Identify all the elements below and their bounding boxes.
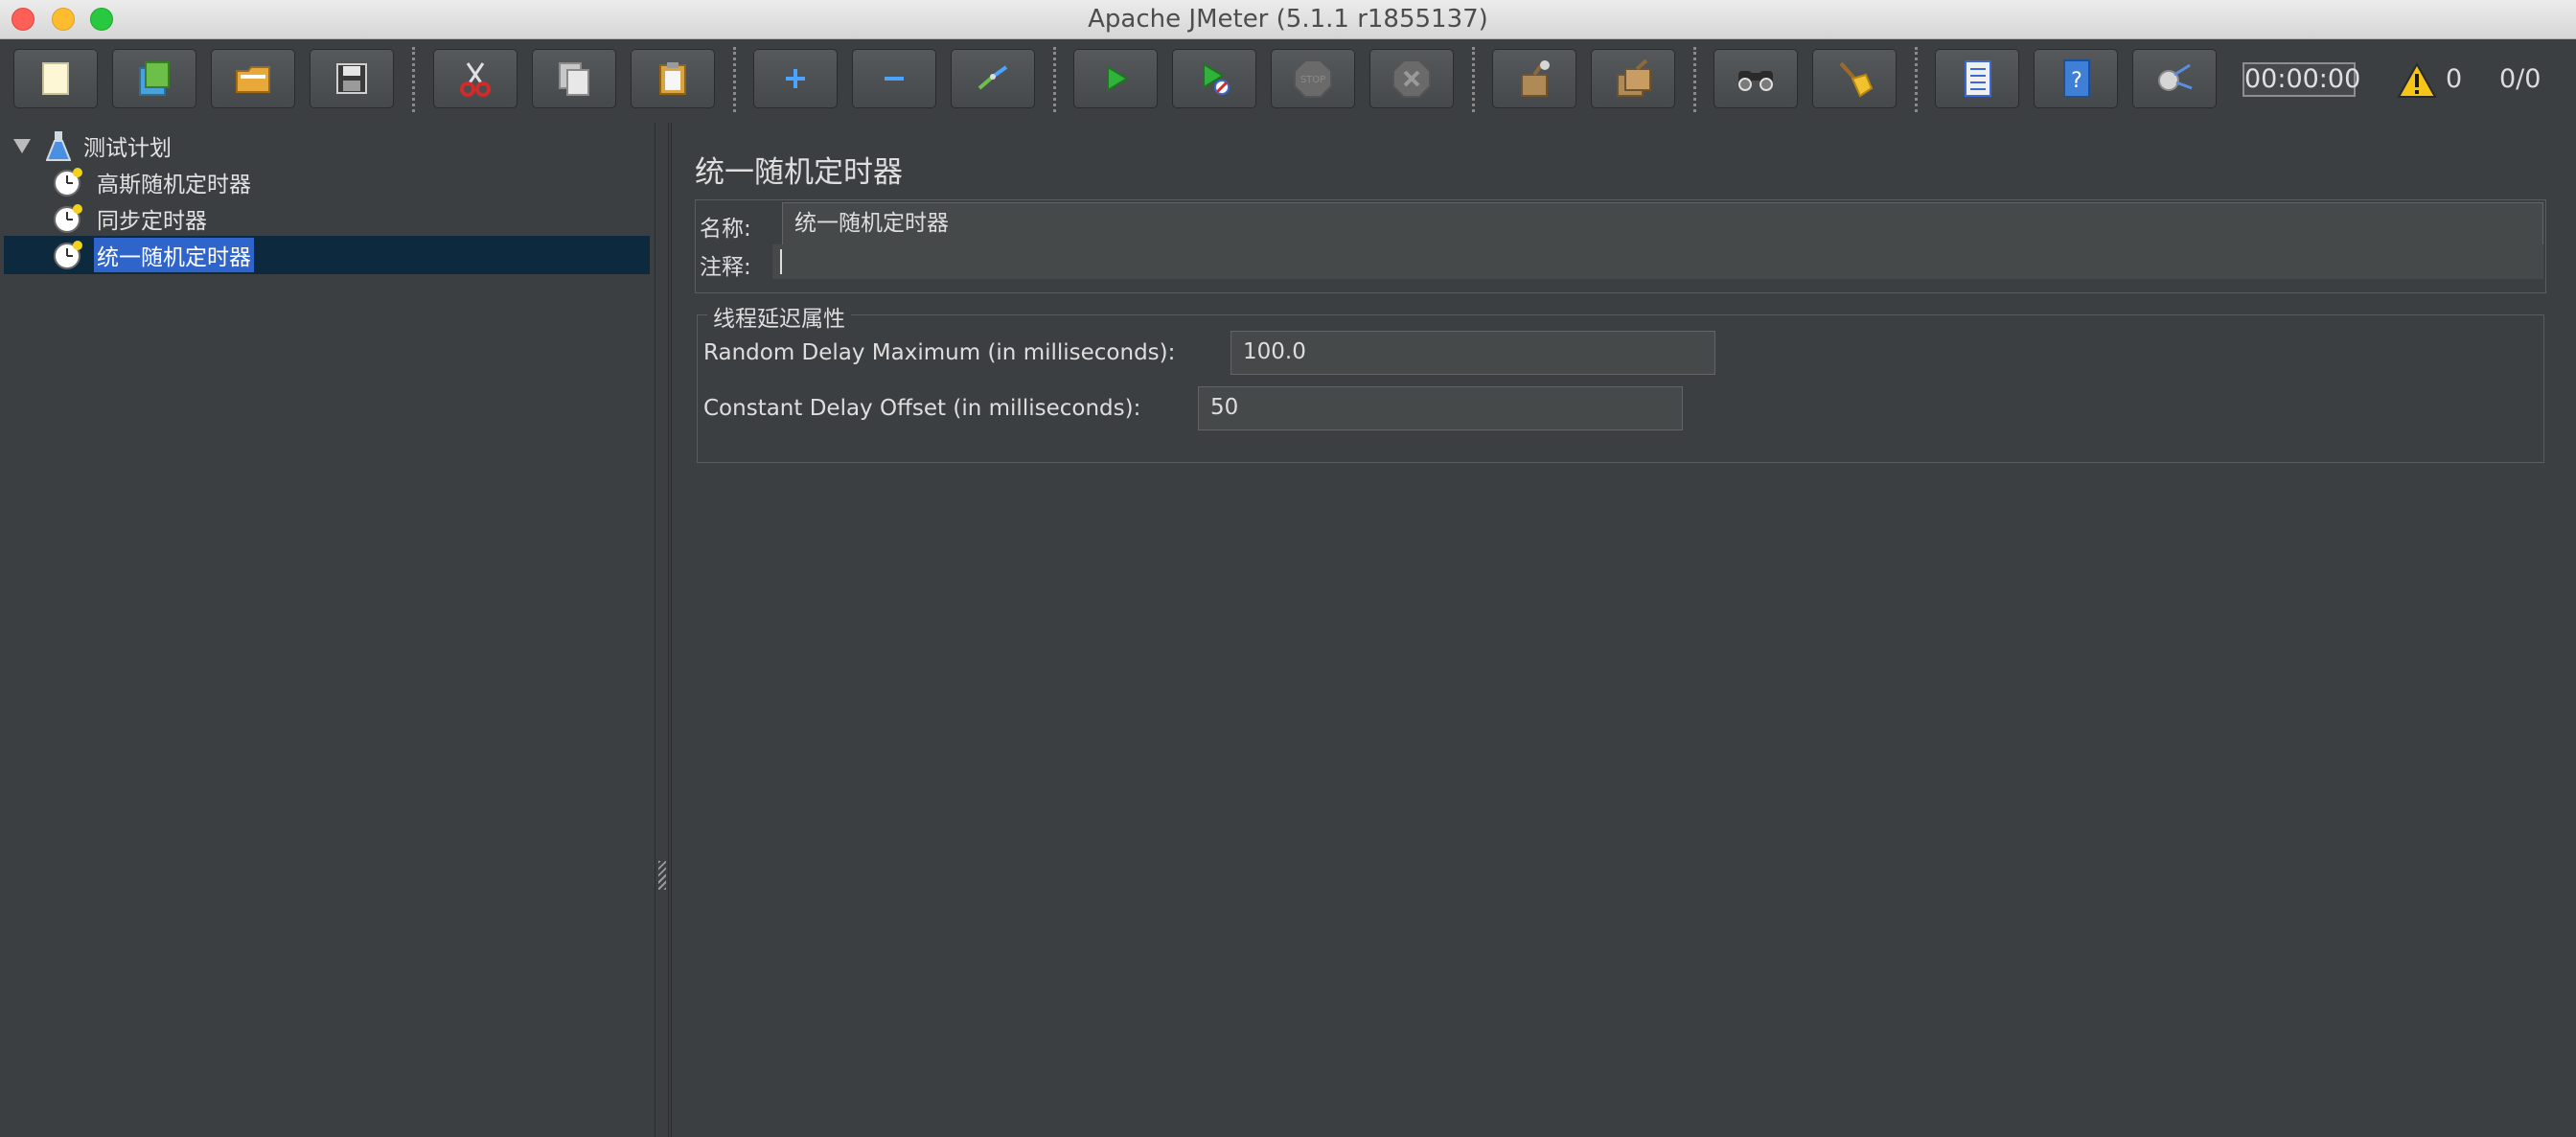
open-icon xyxy=(236,66,270,93)
shutdown-icon xyxy=(1392,59,1431,98)
copy-button[interactable] xyxy=(532,49,616,108)
constant-delay-label: Constant Delay Offset (in milliseconds): xyxy=(703,396,1141,421)
start-no-pauses-button[interactable] xyxy=(1172,49,1256,108)
stop-icon: STOP xyxy=(1294,59,1332,98)
save-icon xyxy=(336,63,367,94)
toggle-icon xyxy=(978,65,1008,90)
elapsed-timer: 00:00:00 xyxy=(2242,62,2360,97)
split-pane-divider[interactable] xyxy=(656,123,669,1137)
tree-item-label: 测试计划 xyxy=(83,136,172,161)
start-no-pause-icon xyxy=(1203,62,1230,95)
window-title: Apache JMeter (5.1.1 r1855137) xyxy=(1088,5,1488,34)
cut-icon xyxy=(460,62,491,97)
search-icon xyxy=(1738,71,1773,91)
new-icon xyxy=(42,62,69,95)
text-caret xyxy=(780,249,782,274)
remote-button[interactable] xyxy=(2132,49,2217,108)
help-button[interactable]: ? xyxy=(2034,49,2118,108)
warning-icon[interactable] xyxy=(2397,62,2437,99)
open-button[interactable] xyxy=(211,49,295,108)
window-titlebar: Apache JMeter (5.1.1 r1855137) xyxy=(0,0,2576,39)
toggle-button[interactable] xyxy=(951,49,1035,108)
random-delay-field[interactable]: 100.0 xyxy=(1230,331,1715,375)
name-comment-section: 名称: 统一随机定时器 注释: xyxy=(695,199,2546,293)
constant-delay-field[interactable]: 50 xyxy=(1198,386,1683,430)
timer-icon xyxy=(54,241,82,269)
clear-icon xyxy=(1521,59,1550,97)
svg-text:STOP: STOP xyxy=(1300,75,1325,85)
clear-all-icon xyxy=(1617,58,1651,97)
search-button[interactable] xyxy=(1714,49,1798,108)
collapse-all-button[interactable] xyxy=(852,49,936,108)
divider-grip-icon[interactable] xyxy=(658,861,666,890)
comment-label: 注释: xyxy=(700,255,751,280)
reset-search-button[interactable] xyxy=(1812,49,1897,108)
timer-icon xyxy=(54,168,82,197)
expand-icon xyxy=(786,69,805,88)
help-icon: ? xyxy=(2063,59,2090,98)
templates-button[interactable] xyxy=(112,49,196,108)
expand-all-button[interactable] xyxy=(753,49,838,108)
clear-all-button[interactable] xyxy=(1591,49,1675,108)
name-field[interactable]: 统一随机定时器 xyxy=(782,202,2543,246)
function-helper-icon xyxy=(1965,60,1991,97)
paste-icon xyxy=(659,62,686,95)
templates-icon xyxy=(139,61,170,96)
element-config-panel: 统一随机定时器 名称: 统一随机定时器 注释: 线程延迟属性 Random De… xyxy=(671,123,2576,1137)
random-delay-label: Random Delay Maximum (in milliseconds): xyxy=(703,340,1176,365)
panel-title: 统一随机定时器 xyxy=(695,155,903,190)
function-helper-button[interactable] xyxy=(1935,49,2019,108)
remote-icon xyxy=(2158,63,2193,91)
tree-item-label: 统一随机定时器 xyxy=(94,238,254,272)
toolbar: STOP ? 00:00:00 0 0/0 xyxy=(0,39,2576,120)
start-button[interactable] xyxy=(1073,49,1158,108)
test-plan-tree: 测试计划 高斯随机定时器 同步定时器 统一随机定时器 xyxy=(0,123,656,1137)
new-button[interactable] xyxy=(13,49,98,108)
comment-field[interactable] xyxy=(772,244,2543,279)
thread-delay-properties-group: 线程延迟属性 Random Delay Maximum (in millisec… xyxy=(697,300,2544,463)
tree-item-test-plan[interactable]: 测试计划 xyxy=(13,128,174,163)
clear-button[interactable] xyxy=(1492,49,1576,108)
tree-item-gaussian-timer[interactable]: 高斯随机定时器 xyxy=(52,165,254,199)
warning-count: 0 xyxy=(2446,64,2463,94)
cut-button[interactable] xyxy=(433,49,518,108)
expand-arrow-icon[interactable] xyxy=(13,138,31,153)
svg-text:?: ? xyxy=(2071,69,2082,93)
save-button[interactable] xyxy=(310,49,394,108)
tree-item-uniform-timer[interactable]: 统一随机定时器 xyxy=(52,238,254,272)
collapse-icon xyxy=(885,77,904,81)
tree-item-label: 高斯随机定时器 xyxy=(97,173,251,197)
group-title: 线程延迟属性 xyxy=(707,300,851,333)
tree-item-label: 同步定时器 xyxy=(97,209,207,234)
reset-search-icon xyxy=(1839,61,1874,98)
timer-icon xyxy=(54,204,82,233)
tree-item-sync-timer[interactable]: 同步定时器 xyxy=(52,201,210,236)
paste-button[interactable] xyxy=(631,49,715,108)
start-icon xyxy=(1107,65,1129,92)
active-threads-count: 0/0 xyxy=(2499,64,2542,94)
copy-icon xyxy=(559,62,589,96)
shutdown-button[interactable] xyxy=(1369,49,1454,108)
flask-icon xyxy=(46,131,71,161)
stop-button[interactable]: STOP xyxy=(1271,49,1355,108)
name-label: 名称: xyxy=(700,217,751,242)
